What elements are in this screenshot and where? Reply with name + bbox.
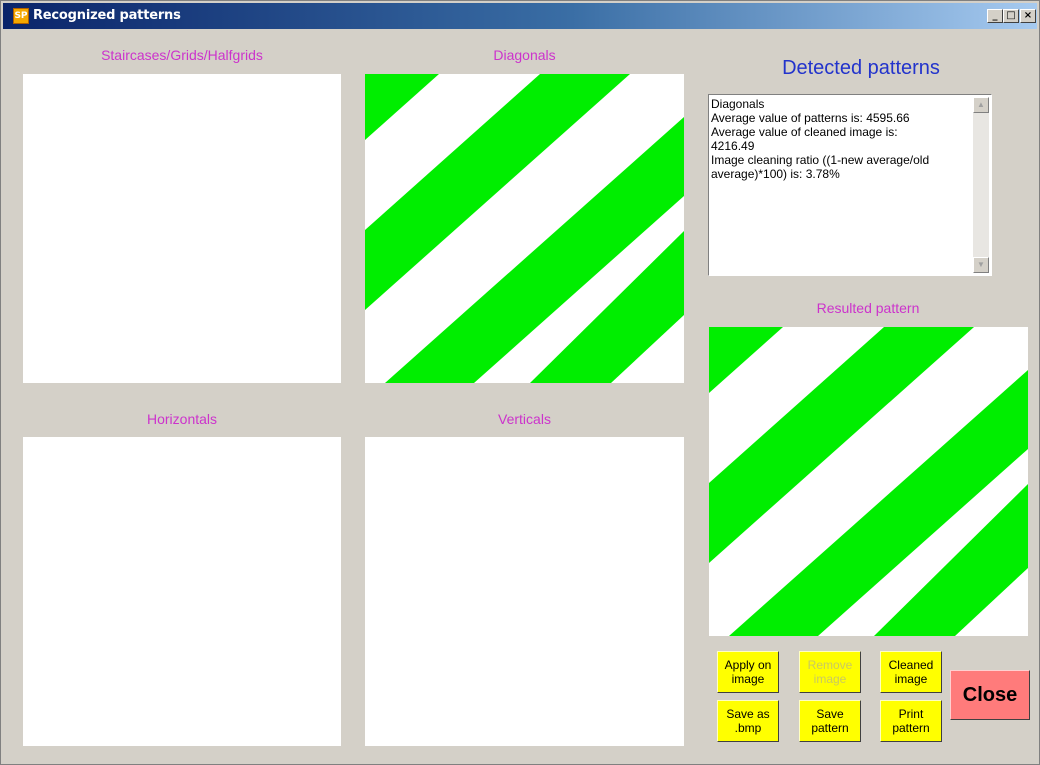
detected-patterns-text: Diagonals Average value of patterns is: … — [711, 97, 930, 181]
green-stripe — [365, 74, 439, 140]
horizontals-title: Horizontals — [146, 411, 218, 427]
verticals-title: Verticals — [498, 411, 551, 427]
scroll-up-icon[interactable]: ▲ — [973, 97, 989, 113]
remove-image-button[interactable]: Remove image — [799, 651, 861, 693]
minimize-button[interactable]: _ — [987, 9, 1003, 23]
resulted-pattern-title: Resulted pattern — [816, 300, 920, 316]
diagonals-panel — [365, 74, 684, 383]
recognized-patterns-window: SP Recognized patterns _ □ × Staircases/… — [0, 0, 1040, 765]
close-button[interactable]: Close — [950, 670, 1030, 720]
staircases-title: Staircases/Grids/Halfgrids — [101, 47, 263, 63]
detected-patterns-textbox[interactable]: Diagonals Average value of patterns is: … — [708, 94, 992, 276]
horizontals-panel — [23, 437, 341, 746]
diagonals-title: Diagonals — [493, 47, 556, 63]
maximize-button[interactable]: □ — [1003, 9, 1019, 23]
title-bar[interactable]: SP Recognized patterns _ □ × — [3, 3, 1037, 29]
window-title: Recognized patterns — [33, 8, 181, 23]
diagonals-pattern — [365, 74, 684, 383]
staircases-panel — [23, 74, 341, 383]
app-icon: SP — [13, 8, 29, 24]
scroll-down-icon[interactable]: ▼ — [973, 257, 989, 273]
print-pattern-button[interactable]: Print pattern — [880, 700, 942, 742]
resulted-pattern — [709, 327, 1028, 636]
save-pattern-button[interactable]: Save pattern — [799, 700, 861, 742]
detected-patterns-title: Detected patterns — [782, 57, 940, 79]
save-as-bmp-button[interactable]: Save as .bmp — [717, 700, 779, 742]
resulted-pattern-panel — [709, 327, 1028, 636]
close-window-button[interactable]: × — [1020, 9, 1036, 23]
apply-on-image-button[interactable]: Apply on image — [717, 651, 779, 693]
verticals-panel — [365, 437, 684, 746]
green-stripe — [709, 327, 783, 393]
cleaned-image-button[interactable]: Cleaned image — [880, 651, 942, 693]
vertical-scrollbar[interactable]: ▲ ▼ — [973, 97, 989, 273]
